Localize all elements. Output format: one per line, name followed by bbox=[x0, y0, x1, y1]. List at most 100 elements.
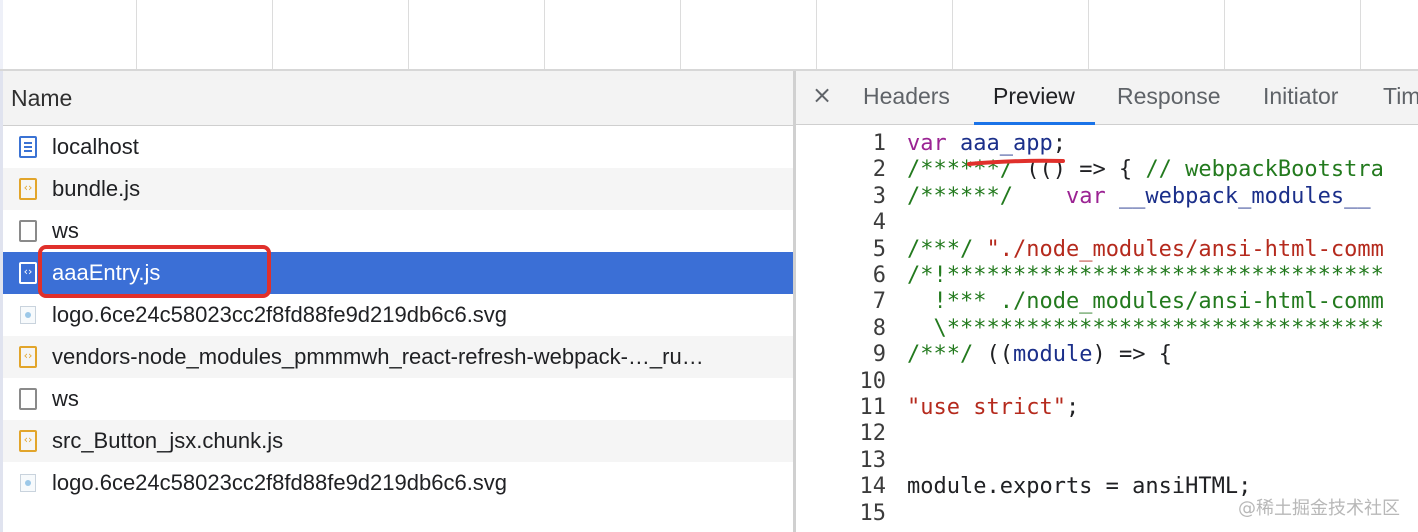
overview-gridline bbox=[1360, 0, 1361, 69]
tab-initiator[interactable]: Initiator bbox=[1263, 83, 1338, 110]
line-number: 11 bbox=[859, 395, 887, 420]
request-row[interactable]: ws bbox=[3, 378, 794, 420]
line-code: /*!********************************* bbox=[907, 263, 1384, 289]
code-line: 5 /***/ "./node_modules/ansi-html-comm bbox=[796, 237, 1418, 263]
document-icon bbox=[19, 136, 37, 158]
line-code: /***/ "./node_modules/ansi-html-comm bbox=[907, 237, 1384, 263]
overview-gridline bbox=[272, 0, 273, 69]
request-name: logo.6ce24c58023cc2f8fd88fe9d219db6c6.sv… bbox=[52, 302, 508, 327]
code-line: 6 /*!********************************* bbox=[796, 263, 1418, 289]
code-token: "use strict" bbox=[907, 395, 1066, 420]
preview-code-view[interactable]: 1 var aaa_app; 2/******/ (() => { // webp… bbox=[796, 125, 1418, 532]
line-number: 15 bbox=[859, 500, 887, 526]
code-token: module bbox=[1012, 342, 1093, 368]
line-number: 4 bbox=[872, 210, 886, 236]
annotation-highlight-box bbox=[38, 245, 271, 298]
code-token: ) => { bbox=[1092, 342, 1172, 368]
code-line: 8 \********************************* bbox=[796, 316, 1418, 342]
code-token: "./node_modules/ansi-html-comm bbox=[986, 236, 1384, 262]
request-row[interactable]: vendors-node_modules_pmmmwh_react-refres… bbox=[3, 336, 794, 378]
request-row[interactable]: logo.6ce24c58023cc2f8fd88fe9d219db6c6.sv… bbox=[3, 294, 794, 336]
code-token: var bbox=[1065, 183, 1119, 209]
request-name: bundle.js bbox=[52, 176, 141, 201]
line-number: 6 bbox=[872, 263, 886, 288]
tab-headers[interactable]: Headers bbox=[863, 83, 950, 110]
code-line: 1 var aaa_app; bbox=[796, 131, 1418, 157]
overview-gridline bbox=[952, 0, 953, 69]
watermark: @稀土掘金技术社区 bbox=[1238, 498, 1400, 519]
line-number: 9 bbox=[872, 342, 886, 368]
tab-preview[interactable]: Preview bbox=[993, 83, 1075, 110]
code-line: 11 "use strict"; bbox=[796, 395, 1418, 421]
code-line: 10 bbox=[796, 369, 1418, 395]
request-name: logo.6ce24c58023cc2f8fd88fe9d219db6c6.sv… bbox=[52, 470, 508, 495]
overview-gridline bbox=[1224, 0, 1225, 69]
close-icon[interactable]: × bbox=[812, 81, 832, 109]
code-token: var bbox=[907, 131, 960, 156]
request-name: ws bbox=[52, 386, 79, 411]
line-number: 7 bbox=[872, 289, 886, 315]
line-number: 12 bbox=[859, 421, 887, 447]
request-name: localhost bbox=[52, 134, 139, 159]
request-list-panel: Name localhostbundle.jswsaaaEntry.jslogo… bbox=[0, 71, 794, 532]
code-token: /*!********************************* bbox=[907, 263, 1384, 288]
line-code: /******/ var __webpack_modules__ bbox=[907, 184, 1384, 210]
name-column-label: Name bbox=[11, 84, 73, 111]
overview-gridline bbox=[544, 0, 545, 69]
line-code: var aaa_app; bbox=[907, 131, 1079, 157]
overview-gridline bbox=[680, 0, 681, 69]
tab-response[interactable]: Response bbox=[1117, 83, 1221, 110]
line-code: module.exports = ansiHTML; bbox=[907, 474, 1251, 500]
line-number: 3 bbox=[872, 183, 886, 209]
code-line: 2/******/ (() => { // webpackBootstra bbox=[796, 157, 1418, 183]
line-code: \********************************* bbox=[907, 315, 1384, 342]
line-number: 10 bbox=[859, 368, 887, 394]
request-row[interactable]: bundle.js bbox=[3, 168, 794, 210]
code-token: !*** ./node_modules/ansi-html-comm bbox=[907, 289, 1384, 315]
code-line: 12 bbox=[796, 421, 1418, 447]
script-icon bbox=[19, 262, 37, 284]
websocket-icon bbox=[19, 388, 37, 410]
code-token: // webpackBootstra bbox=[1145, 157, 1384, 183]
line-number: 5 bbox=[872, 236, 886, 262]
code-token: \********************************* bbox=[907, 315, 1384, 341]
code-token: /***/ bbox=[907, 342, 987, 368]
code-line: 7 !*** ./node_modules/ansi-html-comm bbox=[796, 289, 1418, 315]
script-icon bbox=[19, 430, 37, 452]
line-number: 8 bbox=[872, 315, 886, 341]
line-code: /***/ ((module) => { bbox=[907, 342, 1172, 368]
code-token: (( bbox=[986, 342, 1013, 368]
code-line: 3 /******/ var __webpack_modules__ bbox=[796, 184, 1418, 210]
overview-gridline bbox=[1088, 0, 1089, 69]
tab-timing[interactable]: Tim bbox=[1383, 83, 1418, 110]
websocket-icon bbox=[19, 220, 37, 242]
code-token: /***/ bbox=[907, 236, 987, 262]
overview-gridline bbox=[136, 0, 137, 69]
request-name: ws bbox=[52, 218, 79, 243]
overview-gridline bbox=[408, 0, 409, 69]
code-token: __webpack_modules__ bbox=[1118, 183, 1384, 209]
code-token: ; bbox=[1065, 395, 1080, 420]
detail-tabbar: × Headers Preview Response Initiator Tim bbox=[796, 71, 1418, 125]
code-line: 13 bbox=[796, 448, 1418, 474]
overview-gridline bbox=[816, 0, 817, 69]
request-row[interactable]: src_Button_jsx.chunk.js bbox=[3, 420, 794, 462]
line-code: "use strict"; bbox=[907, 395, 1079, 421]
network-overview-timeline[interactable] bbox=[0, 0, 1418, 70]
code-token: /******/ bbox=[907, 183, 1013, 209]
request-name: src_Button_jsx.chunk.js bbox=[52, 428, 284, 453]
code-line: 4 bbox=[796, 210, 1418, 236]
line-code: !*** ./node_modules/ansi-html-comm bbox=[907, 289, 1384, 315]
script-icon bbox=[19, 178, 37, 200]
line-number: 14 bbox=[859, 474, 887, 500]
line-number: 13 bbox=[859, 447, 887, 473]
request-row[interactable]: logo.6ce24c58023cc2f8fd88fe9d219db6c6.sv… bbox=[3, 462, 794, 504]
code-token: module.exports = ansiHTML; bbox=[907, 474, 1252, 500]
request-row[interactable]: localhost bbox=[3, 126, 794, 168]
name-column-header[interactable]: Name bbox=[3, 71, 794, 126]
request-detail-panel: × Headers Preview Response Initiator Tim… bbox=[796, 71, 1418, 532]
code-token: aaa_app bbox=[959, 131, 1053, 156]
script-icon bbox=[19, 346, 37, 368]
annotation-underline bbox=[967, 158, 1065, 166]
